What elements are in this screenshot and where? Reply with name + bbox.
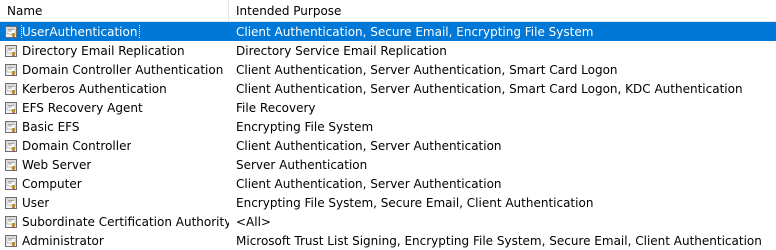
cell-intended-purpose: Client Authentication, Server Authentica… — [236, 62, 618, 77]
cell-name: Domain Controller — [0, 139, 229, 153]
template-name: Basic EFS — [22, 119, 80, 134]
table-row[interactable]: Kerberos Authentication Client Authentica… — [0, 79, 776, 98]
cell-intended-purpose: Client Authentication, Server Authentica… — [236, 81, 743, 96]
cell-name: Basic EFS — [0, 120, 229, 134]
template-name: UserAuthentication — [20, 24, 141, 39]
cell-name: Directory Email Replication — [0, 44, 229, 58]
certificate-template-icon — [5, 158, 17, 171]
cell-intended-purpose: Encrypting File System, Secure Email, Cl… — [236, 195, 594, 210]
certificate-template-icon — [5, 196, 17, 209]
table-row[interactable]: Subordinate Certification Authority <All> — [0, 212, 776, 231]
cell-name: EFS Recovery Agent — [0, 101, 229, 115]
certificate-template-icon — [5, 25, 17, 38]
cell-name: Administrator — [0, 234, 229, 248]
cell-intended-purpose: Directory Service Email Replication — [236, 43, 447, 58]
template-name: Administrator — [22, 233, 104, 248]
certificate-templates-list[interactable]: Name Intended Purpose UserAuthentication… — [0, 0, 776, 250]
cell-name: User — [0, 196, 229, 210]
template-name: Computer — [22, 176, 82, 191]
template-name: Subordinate Certification Authority — [22, 214, 229, 229]
cell-intended-purpose: Client Authentication, Secure Email, Enc… — [236, 24, 594, 39]
certificate-template-icon — [5, 82, 17, 95]
cell-intended-purpose: Server Authentication — [236, 157, 368, 172]
template-name: Kerberos Authentication — [22, 81, 167, 96]
cell-intended-purpose: Microsoft Trust List Signing, Encrypting… — [236, 233, 762, 248]
cell-name: UserAuthentication — [0, 24, 229, 39]
list-header: Name Intended Purpose — [0, 0, 776, 22]
certificate-template-icon — [5, 44, 17, 57]
cell-name: Domain Controller Authentication — [0, 63, 229, 77]
table-row[interactable]: Domain Controller Client Authentication, … — [0, 136, 776, 155]
table-row[interactable]: UserAuthentication Client Authentication,… — [0, 22, 776, 41]
column-header-name[interactable]: Name — [0, 0, 229, 21]
template-name: User — [22, 195, 50, 210]
table-row[interactable]: EFS Recovery Agent File Recovery — [0, 98, 776, 117]
certificate-template-icon — [5, 63, 17, 76]
certificate-template-icon — [5, 215, 17, 228]
cell-intended-purpose: File Recovery — [236, 100, 316, 115]
template-name: EFS Recovery Agent — [22, 100, 143, 115]
cell-name: Kerberos Authentication — [0, 82, 229, 96]
cell-name: Web Server — [0, 158, 229, 172]
template-name: Domain Controller Authentication — [22, 62, 224, 77]
table-row[interactable]: Directory Email Replication Directory Ser… — [0, 41, 776, 60]
table-row[interactable]: Web Server Server Authentication — [0, 155, 776, 174]
cell-intended-purpose: Client Authentication, Server Authentica… — [236, 138, 502, 153]
certificate-template-icon — [5, 234, 17, 247]
template-name: Web Server — [22, 157, 92, 172]
table-row[interactable]: Computer Client Authentication, Server Au… — [0, 174, 776, 193]
cell-intended-purpose: <All> — [236, 214, 271, 229]
cell-intended-purpose: Encrypting File System — [236, 119, 374, 134]
table-row[interactable]: Administrator Microsoft Trust List Signin… — [0, 231, 776, 250]
table-row[interactable]: Basic EFS Encrypting File System — [0, 117, 776, 136]
certificate-template-icon — [5, 120, 17, 133]
certificate-template-icon — [5, 139, 17, 152]
template-name: Directory Email Replication — [22, 43, 185, 58]
cell-name: Subordinate Certification Authority — [0, 215, 229, 229]
cell-name: Computer — [0, 177, 229, 191]
cell-intended-purpose: Client Authentication, Server Authentica… — [236, 176, 502, 191]
list-rows: UserAuthentication Client Authentication,… — [0, 22, 776, 250]
certificate-template-icon — [5, 101, 17, 114]
table-row[interactable]: Domain Controller Authentication Client A… — [0, 60, 776, 79]
column-header-intended-purpose[interactable]: Intended Purpose — [229, 0, 776, 21]
certificate-template-icon — [5, 177, 17, 190]
table-row[interactable]: User Encrypting File System, Secure Email… — [0, 193, 776, 212]
template-name: Domain Controller — [22, 138, 132, 153]
